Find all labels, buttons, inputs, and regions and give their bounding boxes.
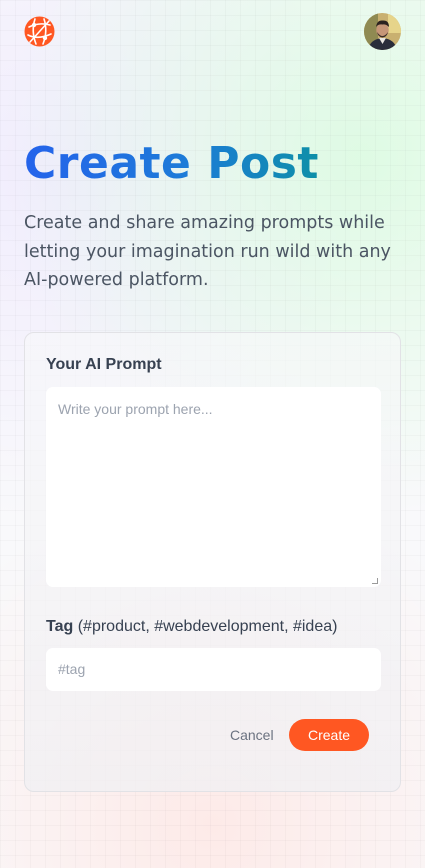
- avatar[interactable]: [364, 13, 401, 50]
- create-post-form: Your AI Prompt Write your prompt here...…: [24, 332, 401, 792]
- logo-icon[interactable]: [24, 16, 55, 47]
- tag-input[interactable]: #tag: [46, 648, 381, 691]
- prompt-placeholder: Write your prompt here...: [58, 401, 213, 417]
- resize-handle-icon[interactable]: [372, 578, 378, 584]
- tag-placeholder: #tag: [58, 661, 86, 677]
- create-button[interactable]: Create: [289, 719, 369, 751]
- page-title: Create Post: [24, 138, 319, 189]
- prompt-textarea[interactable]: Write your prompt here...: [46, 387, 381, 587]
- tag-label-title: Tag: [46, 618, 74, 635]
- page-description: Create and share amazing prompts while l…: [24, 213, 391, 290]
- prompt-label: Your AI Prompt: [46, 356, 162, 373]
- cancel-link[interactable]: Cancel: [230, 727, 274, 743]
- tag-label-hint: (#product, #webdevelopment, #idea): [77, 618, 338, 635]
- tag-label: Tag (#product, #webdevelopment, #idea): [46, 618, 337, 636]
